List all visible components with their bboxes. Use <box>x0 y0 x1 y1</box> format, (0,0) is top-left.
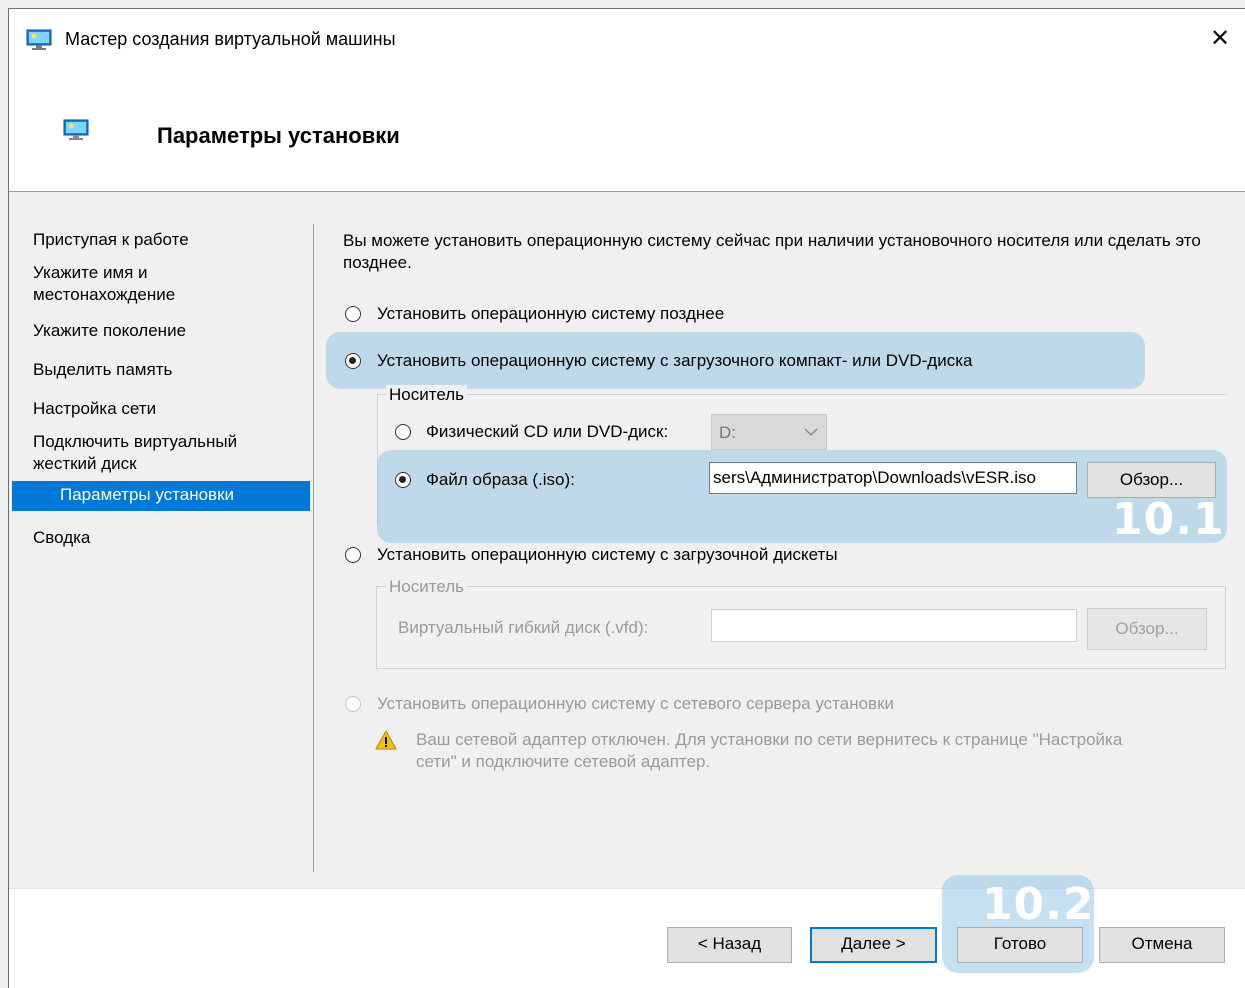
wizard-content: Приступая к работе Укажите имя и местона… <box>9 192 1245 888</box>
browse-iso-button[interactable]: Обзор... <box>1087 462 1216 498</box>
floppy-label: Виртуальный гибкий диск (.vfd): <box>398 618 649 637</box>
wizard-header: Параметры установки <box>9 71 1245 192</box>
radio-install-later[interactable] <box>345 306 361 322</box>
next-button[interactable]: Далее > <box>810 927 937 963</box>
nav-item-memory[interactable]: Выделить память <box>33 359 303 381</box>
radio-physical-cd[interactable] <box>395 424 411 440</box>
radio-install-cd[interactable] <box>345 353 361 369</box>
title-bar: Мастер создания виртуальной машины ✕ <box>9 9 1245 71</box>
nav-item-label: Параметры установки <box>60 485 235 504</box>
hyperv-monitor-icon <box>26 29 52 50</box>
radio-iso-file[interactable] <box>395 472 411 488</box>
nav-divider <box>313 224 314 872</box>
cd-drive-value: D: <box>719 423 736 442</box>
radio-install-floppy[interactable] <box>345 547 361 563</box>
close-icon[interactable]: ✕ <box>1198 17 1242 61</box>
cd-drive-select[interactable]: D: <box>711 414 827 450</box>
warning-icon <box>375 730 397 750</box>
nav-item-start[interactable]: Приступая к работе <box>33 229 303 251</box>
browse-floppy-button[interactable]: Обзор... <box>1087 608 1207 650</box>
floppy-path-input[interactable] <box>711 609 1077 642</box>
chevron-down-icon <box>804 428 818 437</box>
cancel-button[interactable]: Отмена <box>1099 927 1225 963</box>
annotation-badge-10-1: 10.1 <box>1112 494 1225 545</box>
radio-physical-cd-label[interactable]: Физический CD или DVD-диск: <box>426 422 668 442</box>
radio-install-cd-label[interactable]: Установить операционную систему с загруз… <box>377 351 972 371</box>
page-title: Параметры установки <box>157 123 400 148</box>
nav-item-generation[interactable]: Укажите поколение <box>33 320 303 342</box>
floppy-media-legend: Носитель <box>386 577 467 597</box>
radio-install-network-label[interactable]: Установить операционную систему с сетево… <box>377 694 894 714</box>
radio-install-floppy-label[interactable]: Установить операционную систему с загруз… <box>377 545 838 565</box>
network-warning-text: Ваш сетевой адаптер отключен. Для устано… <box>416 730 1123 771</box>
hyperv-monitor-icon <box>63 119 89 140</box>
iso-path-input[interactable]: sers\Администратор\Downloads\vESR.iso <box>709 462 1077 494</box>
cd-media-legend: Носитель <box>386 385 467 405</box>
back-button[interactable]: < Назад <box>667 927 792 963</box>
nav-item-install-options[interactable]: Параметры установки <box>12 481 310 511</box>
window-title: Мастер создания виртуальной машины <box>65 29 396 49</box>
nav-item-name-location[interactable]: Укажите имя и местонахождение <box>33 262 233 306</box>
nav-item-summary[interactable]: Сводка <box>33 527 303 549</box>
wizard-window: Мастер создания виртуальной машины ✕ Пар… <box>8 8 1245 988</box>
finish-button[interactable]: Готово <box>957 927 1083 963</box>
intro-text: Вы можете установить операционную систем… <box>343 231 1201 272</box>
annotation-badge-10-2: 10.2 <box>982 879 1095 930</box>
radio-iso-file-label[interactable]: Файл образа (.iso): <box>426 470 575 490</box>
nav-item-vhd[interactable]: Подключить виртуальный жесткий диск <box>33 431 283 475</box>
radio-install-network[interactable] <box>345 696 361 712</box>
radio-install-later-label[interactable]: Установить операционную систему позднее <box>377 304 724 324</box>
nav-item-network[interactable]: Настройка сети <box>33 398 303 420</box>
